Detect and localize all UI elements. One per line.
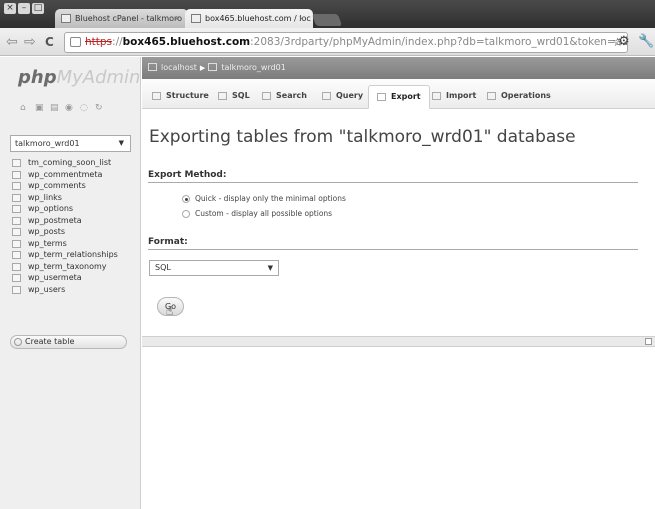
maximize-window-button[interactable]: □: [32, 3, 44, 14]
table-icon: [12, 274, 21, 282]
create-table-button[interactable]: Create table: [10, 335, 127, 349]
address-bar[interactable]: https://box465.bluehost.com:2083/3rdpart…: [64, 32, 628, 53]
docs-icon[interactable]: ◉: [65, 104, 74, 113]
table-item-wp-comments[interactable]: wp_comments: [10, 180, 138, 192]
reload-icon[interactable]: C: [45, 34, 54, 50]
browser-tab-cpanel[interactable]: Bluehost cPanel - talkmoro ×: [55, 9, 188, 28]
chevron-down-icon: ▼: [118, 139, 124, 147]
table-item-wp-term-taxonomy[interactable]: wp_term_taxonomy: [10, 261, 138, 273]
tab-import[interactable]: Import: [424, 85, 484, 109]
forward-arrow-icon[interactable]: ⇨: [24, 34, 36, 50]
extension-icon[interactable]: ⚙: [618, 34, 630, 49]
reload-navigation-icon[interactable]: ↻: [95, 104, 104, 113]
table-icon: [12, 216, 21, 225]
bottom-console-bar: [142, 336, 655, 347]
custom-export-radio[interactable]: Custom - display all possible options: [182, 209, 332, 219]
table-item-wp-options[interactable]: wp_options: [10, 203, 138, 215]
page-favicon-icon: [191, 14, 201, 23]
close-window-button[interactable]: ×: [4, 3, 16, 14]
server-icon: [148, 63, 157, 71]
table-icon: [12, 285, 21, 294]
browser-toolbar: ⇦ ⇨ C https://box465.bluehost.com:2083/3…: [0, 28, 655, 56]
quick-icons: ⌂ ▣ ▤ ◉ ◌ ↻: [20, 104, 104, 113]
search-icon: [262, 92, 271, 100]
breadcrumb-separator-icon: ▶: [199, 64, 206, 72]
console-toggle-icon[interactable]: [645, 338, 652, 345]
table-item-wp-terms[interactable]: wp_terms: [10, 238, 138, 250]
table-item-wp-postmeta[interactable]: wp_postmeta: [10, 215, 138, 227]
tab-structure[interactable]: Structure: [144, 85, 217, 109]
lock-icon: [70, 37, 81, 47]
breadcrumb-database[interactable]: talkmoro_wrd01: [221, 63, 286, 72]
database-menu: Structure SQL Search Query Export Import…: [142, 79, 655, 109]
browser-titlebar: × – □ Bluehost cPanel - talkmoro × box46…: [0, 0, 655, 28]
sql-icon: [218, 92, 227, 100]
table-item-tm-coming-soon-list[interactable]: tm_coming_soon_list: [10, 157, 138, 169]
export-icon: [377, 93, 386, 101]
query-icon: [322, 92, 331, 100]
breadcrumb: localhost ▶ talkmoro_wrd01: [142, 57, 655, 79]
export-method-heading: Export Method:: [148, 170, 638, 183]
tab-title: box465.bluehost.com / loc: [205, 14, 311, 23]
tab-close-icon[interactable]: ×: [298, 9, 305, 28]
table-item-wp-commentmeta[interactable]: wp_commentmeta: [10, 169, 138, 181]
wrench-menu-icon[interactable]: 🔧: [638, 34, 654, 49]
format-heading: Format:: [148, 237, 638, 250]
chevron-down-icon: ▼: [267, 264, 273, 272]
table-icon: [12, 251, 21, 259]
new-tab-button[interactable]: [311, 14, 343, 26]
table-icon: [12, 239, 21, 248]
table-list: tm_coming_soon_list wp_commentmeta wp_co…: [10, 157, 138, 295]
url-host: box465.bluehost.com: [122, 36, 251, 48]
breadcrumb-server[interactable]: localhost: [161, 63, 197, 72]
settings-icon[interactable]: ◌: [80, 104, 89, 113]
import-icon: [432, 92, 441, 100]
database-select[interactable]: talkmoro_wrd01 ▼: [10, 135, 131, 152]
window-controls: × – □: [4, 3, 44, 14]
tab-export[interactable]: Export: [368, 85, 430, 109]
query-window-icon[interactable]: ▤: [50, 104, 59, 113]
table-icon: [12, 182, 21, 190]
database-icon: [208, 63, 218, 71]
page-favicon-icon: [61, 14, 71, 23]
table-item-wp-usermeta[interactable]: wp_usermeta: [10, 272, 138, 284]
browser-tab-phpmyadmin[interactable]: box465.bluehost.com / loc ×: [185, 9, 313, 28]
tab-title: Bluehost cPanel - talkmoro: [75, 14, 183, 23]
sql-query-icon[interactable]: ▣: [35, 104, 44, 113]
url-scheme: https: [85, 36, 113, 48]
tab-query[interactable]: Query: [314, 85, 371, 109]
table-icon: [12, 228, 21, 236]
minimize-window-button[interactable]: –: [18, 3, 30, 14]
main-content: localhost ▶ talkmoro_wrd01 Structure SQL S…: [142, 57, 655, 509]
table-icon: [12, 159, 21, 167]
phpmyadmin-logo[interactable]: phpMyAdmin: [18, 67, 140, 88]
table-item-wp-links[interactable]: wp_links: [10, 192, 138, 204]
table-item-wp-term-relationships[interactable]: wp_term_relationships: [10, 249, 138, 261]
table-item-wp-posts[interactable]: wp_posts: [10, 226, 138, 238]
table-icon: [12, 170, 21, 179]
radio-unselected-icon: [182, 210, 190, 218]
tab-search[interactable]: Search: [254, 85, 315, 109]
phpmyadmin-sidebar: phpMyAdmin ⌂ ▣ ▤ ◉ ◌ ↻ talkmoro_wrd01 ▼ …: [0, 57, 141, 509]
tab-sql[interactable]: SQL: [210, 85, 258, 109]
table-icon: [12, 193, 21, 202]
table-icon: [12, 205, 21, 213]
structure-icon: [152, 92, 161, 100]
quick-export-radio[interactable]: Quick - display only the minimal options: [182, 194, 346, 204]
url-path: :2083/3rdparty/phpMyAdmin/index.php?db=t…: [250, 36, 628, 48]
page-title: Exporting tables from "talkmoro_wrd01" d…: [149, 127, 576, 147]
add-icon: [14, 338, 22, 346]
mouse-cursor-icon: ☝: [166, 304, 174, 318]
table-icon: [12, 262, 21, 271]
table-item-wp-users[interactable]: wp_users: [10, 284, 138, 296]
wrench-icon: [487, 92, 496, 100]
tab-operations[interactable]: Operations: [479, 85, 559, 109]
back-arrow-icon[interactable]: ⇦: [6, 34, 18, 50]
home-icon[interactable]: ⌂: [20, 104, 29, 113]
radio-selected-icon: [182, 195, 190, 203]
format-select[interactable]: SQL ▼: [149, 260, 279, 276]
tab-close-icon[interactable]: ×: [173, 9, 180, 28]
